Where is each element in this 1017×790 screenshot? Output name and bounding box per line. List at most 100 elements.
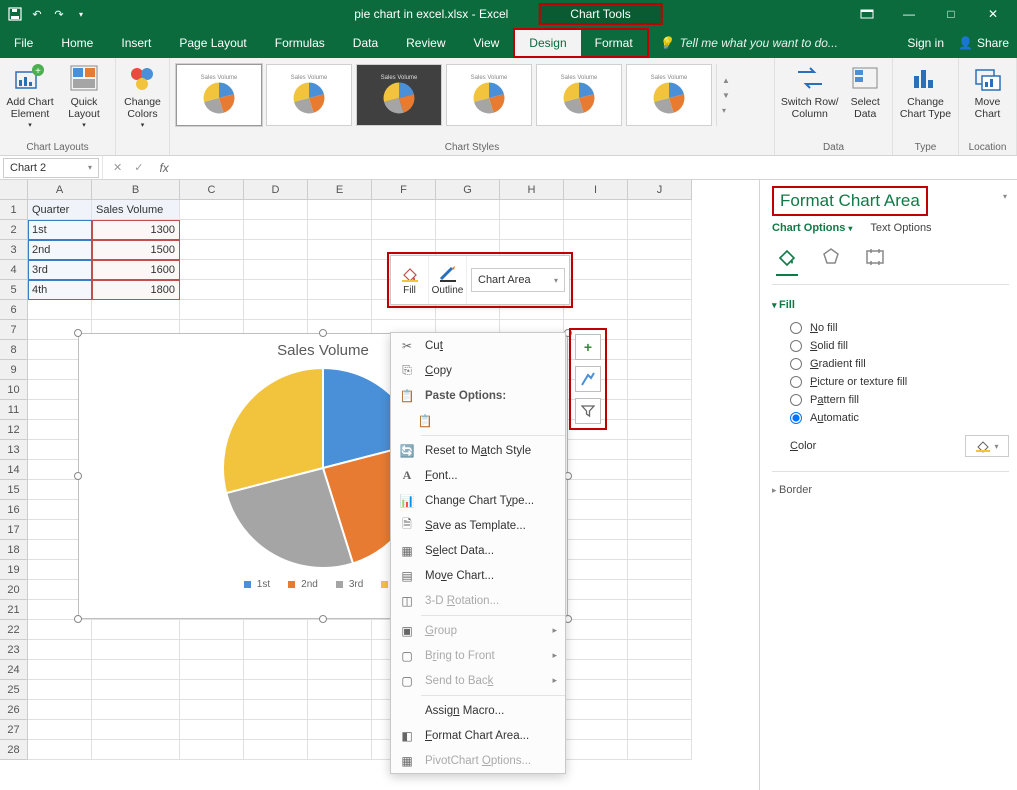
cell[interactable]	[308, 240, 372, 260]
cell[interactable]	[564, 220, 628, 240]
pane-tab-chart-options[interactable]: Chart Options ▾	[772, 222, 852, 234]
cell[interactable]	[564, 740, 628, 760]
cell[interactable]	[28, 740, 92, 760]
cell[interactable]	[28, 680, 92, 700]
cell[interactable]	[244, 680, 308, 700]
tab-view[interactable]: View	[460, 28, 514, 58]
cell[interactable]	[244, 700, 308, 720]
row-header[interactable]: 10	[0, 380, 28, 400]
cell[interactable]	[308, 640, 372, 660]
legend-item[interactable]: 3rd	[330, 579, 363, 590]
cell[interactable]	[628, 340, 692, 360]
cell[interactable]	[180, 620, 244, 640]
cell[interactable]	[628, 580, 692, 600]
cell[interactable]	[308, 280, 372, 300]
cell[interactable]	[628, 740, 692, 760]
mini-outline-button[interactable]: Outline	[429, 256, 467, 304]
ctx-font[interactable]: AFont...	[391, 463, 565, 488]
enter-formula-icon[interactable]: ✓	[134, 161, 143, 174]
cell[interactable]	[308, 720, 372, 740]
signin-link[interactable]: Sign in	[907, 36, 944, 50]
row-header[interactable]: 5	[0, 280, 28, 300]
chart-style-thumbnail[interactable]: Sales Volume	[266, 64, 352, 126]
cell[interactable]	[92, 300, 180, 320]
column-header[interactable]: F	[372, 180, 436, 200]
row-header[interactable]: 28	[0, 740, 28, 760]
cell[interactable]	[92, 620, 180, 640]
cell[interactable]	[628, 460, 692, 480]
row-header[interactable]: 22	[0, 620, 28, 640]
column-header[interactable]: A	[28, 180, 92, 200]
cell[interactable]	[92, 700, 180, 720]
effects-tab-icon[interactable]	[818, 244, 844, 270]
mini-chart-element-select[interactable]: Chart Area▾	[471, 268, 565, 292]
cell[interactable]	[244, 740, 308, 760]
column-header[interactable]: D	[244, 180, 308, 200]
cell[interactable]	[92, 680, 180, 700]
cell[interactable]	[28, 300, 92, 320]
row-header[interactable]: 15	[0, 480, 28, 500]
cell[interactable]	[180, 200, 244, 220]
row-header[interactable]: 24	[0, 660, 28, 680]
fill-opt-solid[interactable]: Solid fill	[772, 337, 1009, 355]
cell[interactable]	[180, 660, 244, 680]
cell[interactable]	[28, 640, 92, 660]
cell[interactable]	[564, 480, 628, 500]
row-header[interactable]: 4	[0, 260, 28, 280]
close-icon[interactable]: ✕	[981, 4, 1005, 24]
cell[interactable]	[564, 280, 628, 300]
row-header[interactable]: 17	[0, 520, 28, 540]
cell[interactable]	[628, 280, 692, 300]
cell[interactable]	[628, 260, 692, 280]
cell[interactable]	[372, 220, 436, 240]
column-header[interactable]: H	[500, 180, 564, 200]
ctx-copy[interactable]: ⎘Copy	[391, 358, 565, 383]
pane-tab-text-options[interactable]: Text Options	[870, 222, 931, 234]
chart-style-thumbnail[interactable]: Sales Volume	[176, 64, 262, 126]
size-properties-tab-icon[interactable]	[862, 244, 888, 270]
cell[interactable]	[244, 660, 308, 680]
cell[interactable]	[564, 520, 628, 540]
tab-home[interactable]: Home	[47, 28, 107, 58]
cell[interactable]	[564, 620, 628, 640]
cell[interactable]	[244, 720, 308, 740]
cell[interactable]	[244, 260, 308, 280]
cell[interactable]	[628, 700, 692, 720]
row-header[interactable]: 14	[0, 460, 28, 480]
row-header[interactable]: 8	[0, 340, 28, 360]
fill-opt-pattern[interactable]: Pattern fill	[772, 391, 1009, 409]
cell[interactable]	[564, 600, 628, 620]
cell[interactable]	[628, 520, 692, 540]
cell[interactable]	[28, 660, 92, 680]
cell[interactable]	[244, 200, 308, 220]
cell[interactable]	[436, 220, 500, 240]
cell[interactable]	[564, 680, 628, 700]
cell[interactable]	[628, 240, 692, 260]
switch-row-column-button[interactable]: Switch Row/ Column	[779, 60, 840, 122]
worksheet[interactable]: ABCDEFGHIJ 12345678910111213141516171819…	[0, 180, 759, 790]
chart-style-thumbnail[interactable]: Sales Volume	[536, 64, 622, 126]
cell[interactable]	[28, 720, 92, 740]
change-colors-button[interactable]: Change Colors▾	[120, 60, 165, 132]
styles-scroll-down[interactable]: ▼	[719, 88, 733, 103]
select-all-corner[interactable]	[0, 180, 28, 200]
cell[interactable]	[564, 460, 628, 480]
cell[interactable]	[244, 280, 308, 300]
cell[interactable]: 1500	[92, 240, 180, 260]
maximize-icon[interactable]: □	[939, 4, 963, 24]
cell[interactable]	[92, 640, 180, 660]
cell[interactable]	[628, 600, 692, 620]
cancel-formula-icon[interactable]: ✕	[113, 161, 122, 174]
cell[interactable]	[628, 720, 692, 740]
cell[interactable]	[180, 720, 244, 740]
chart-filter-button[interactable]	[575, 398, 601, 424]
cell[interactable]	[92, 740, 180, 760]
row-header[interactable]: 13	[0, 440, 28, 460]
cell[interactable]	[308, 740, 372, 760]
fill-opt-automatic[interactable]: Automatic	[772, 409, 1009, 427]
tab-design[interactable]: Design	[515, 30, 580, 56]
cell[interactable]	[564, 720, 628, 740]
row-header[interactable]: 23	[0, 640, 28, 660]
cell[interactable]	[28, 700, 92, 720]
cell[interactable]	[180, 240, 244, 260]
